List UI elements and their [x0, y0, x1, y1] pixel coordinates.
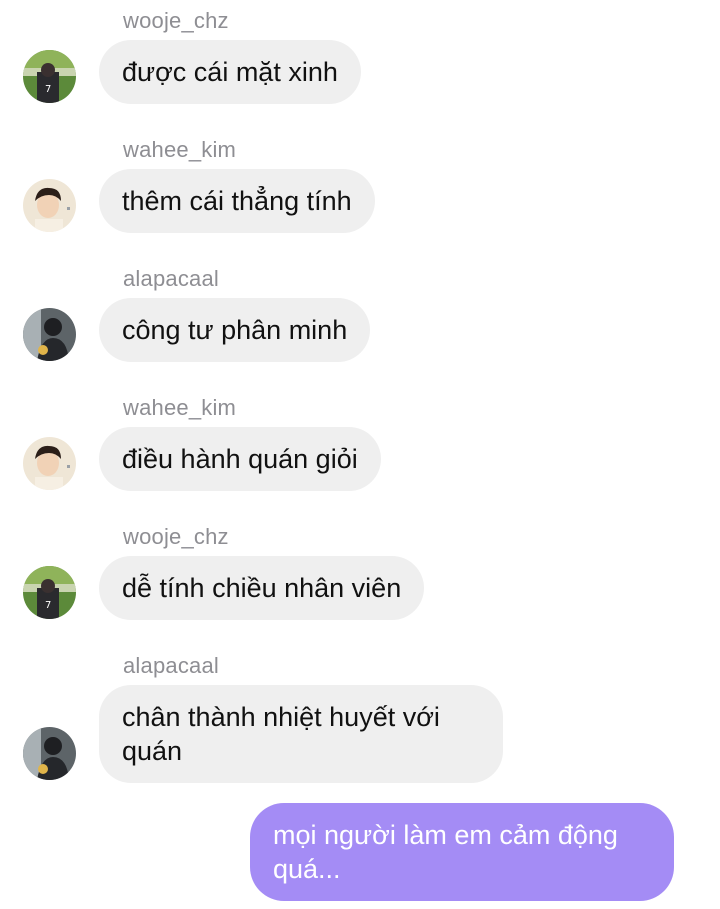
svg-text:7: 7 — [45, 84, 51, 95]
sender-username[interactable]: wooje_chz — [123, 8, 229, 34]
message-bubble[interactable]: điều hành quán giỏi — [99, 427, 381, 491]
sender-username[interactable]: wahee_kim — [123, 137, 236, 163]
stadium-avatar[interactable]: 7 — [23, 566, 76, 619]
sender-username[interactable]: wooje_chz — [123, 524, 229, 550]
chat-thread: wooje_chz 7 được cái mặt xinh wahee_kim — [0, 0, 720, 909]
message-bubble[interactable]: được cái mặt xinh — [99, 40, 361, 104]
portrait-avatar[interactable] — [23, 437, 76, 490]
message-bubble[interactable]: công tư phân minh — [99, 298, 371, 362]
sender-username[interactable]: alapacaal — [123, 653, 219, 679]
dark-avatar[interactable] — [23, 727, 76, 780]
message-bubble[interactable]: thêm cái thẳng tính — [99, 169, 375, 233]
message-bubble[interactable]: dễ tính chiều nhân viên — [99, 556, 425, 620]
portrait-avatar[interactable] — [23, 179, 76, 232]
svg-text:7: 7 — [45, 600, 51, 611]
dark-avatar[interactable] — [23, 308, 76, 361]
sender-username[interactable]: alapacaal — [123, 266, 219, 292]
stadium-avatar[interactable]: 7 — [23, 50, 76, 103]
sender-username[interactable]: wahee_kim — [123, 395, 236, 421]
outgoing-message-bubble[interactable]: mọi người làm em cảm động quá... — [250, 803, 674, 901]
message-bubble[interactable]: chân thành nhiệt huyết với quán — [99, 685, 503, 783]
